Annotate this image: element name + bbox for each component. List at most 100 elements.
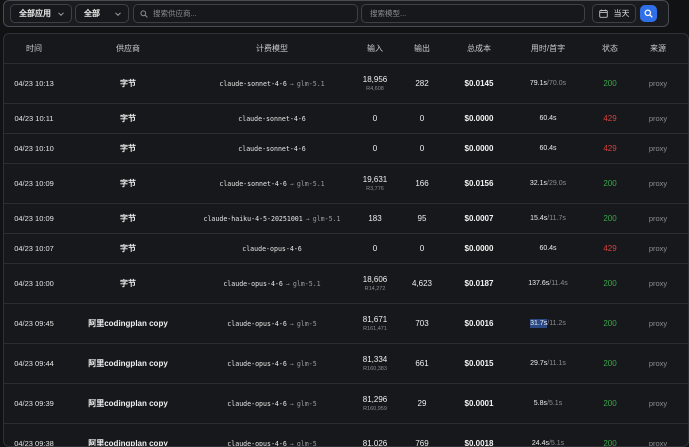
time-text: 04/23 10:11 — [14, 114, 54, 123]
total-cost: $0.0000 — [464, 114, 494, 123]
model-name: claude-opus-4-6 — [227, 319, 287, 328]
col-header-model[interactable]: 计费模型 — [192, 34, 352, 64]
table-row[interactable]: 04/23 10:10 字节 claude-sonnet-4-6 0 0 $0.0000 6… — [4, 134, 688, 164]
table-row[interactable]: 04/23 10:09 字节 claude-haiku-4-5-20251001 → g… — [4, 204, 688, 234]
vendor-search-input[interactable]: 搜索供应商... — [133, 4, 358, 23]
model-mapping: claude-opus-4-6 → glm-5.1 — [223, 280, 320, 288]
arrow-right-icon: → — [289, 359, 294, 368]
cache-read-tokens: R3,776 — [366, 186, 384, 192]
total-cost: $0.0145 — [464, 79, 494, 88]
model-name: claude-opus-4-6 — [227, 439, 287, 447]
time-text: 04/23 10:10 — [14, 144, 54, 153]
time-text: 04/23 09:38 — [14, 439, 54, 447]
table-row[interactable]: 04/23 10:00 字节 claude-opus-4-6 → glm-5.1 18,6… — [4, 264, 688, 304]
source-label: proxy — [648, 79, 668, 88]
col-header-output[interactable]: 输出 — [398, 34, 446, 64]
table-row[interactable]: 04/23 10:09 字节 claude-sonnet-4-6 → glm-5.1 19… — [4, 164, 688, 204]
output-tokens: 29 — [417, 399, 427, 408]
table-row[interactable]: 04/23 10:07 字节 claude-opus-4-6 0 0 $0.0000 60.… — [4, 234, 688, 264]
vendor-name: 字节 — [120, 279, 136, 288]
search-icon — [140, 9, 148, 18]
duration-total: 31.7s — [530, 319, 548, 328]
status-code: 429 — [603, 114, 617, 123]
col-header-source[interactable]: 来源 — [636, 34, 680, 64]
vendor-search-placeholder: 搜索供应商... — [153, 9, 197, 18]
col-header-cost[interactable]: 总成本 — [446, 34, 512, 64]
input-tokens: 0 — [372, 114, 378, 123]
vendor-cell: 字节 — [64, 134, 192, 163]
vendor-name: 字节 — [120, 144, 136, 153]
model-name: claude-sonnet-4-6 — [219, 79, 287, 88]
source-cell: proxy — [636, 204, 680, 233]
duration-total: 5.8s — [533, 400, 548, 407]
table-row[interactable]: 04/23 10:13 字节 claude-sonnet-4-6 → glm-5.1 18… — [4, 64, 688, 104]
total-cost: $0.0001 — [464, 399, 494, 408]
duration-cell: 60.4s — [512, 104, 584, 133]
cache-read-tokens: R160,959 — [363, 406, 387, 412]
first-token-time: 11.7s — [549, 215, 566, 222]
model-search-input[interactable]: 搜索模型... — [361, 4, 585, 23]
model-name: claude-opus-4-6 — [242, 244, 302, 253]
cache-read-tokens: R14,272 — [364, 286, 386, 292]
table-row[interactable]: 04/23 10:11 字节 claude-sonnet-4-6 0 0 $0.0000 6… — [4, 104, 688, 134]
first-token-time: 70.0s — [548, 80, 567, 87]
time-cell: 04/23 10:10 — [4, 134, 64, 163]
source-cell: proxy — [636, 164, 680, 203]
time-cell: 04/23 10:07 — [4, 234, 64, 263]
output-tokens-cell: 0 — [398, 104, 446, 133]
input-tokens-cell: 81,296 R160,959 — [352, 384, 398, 423]
table-row[interactable]: 04/23 09:44 阿里codingplan copy claude-opus-… — [4, 344, 688, 384]
table-row[interactable]: 04/23 09:38 阿里codingplan copy claude-opus-… — [4, 424, 688, 447]
output-tokens: 282 — [415, 79, 429, 88]
input-tokens-cell: 18,956 R4,608 — [352, 64, 398, 103]
model-mapping: claude-opus-4-6 → glm-5 — [227, 320, 316, 328]
table-row[interactable]: 04/23 09:39 阿里codingplan copy claude-opus-… — [4, 384, 688, 424]
search-button[interactable] — [640, 5, 657, 22]
duration-line: 137.6s/11.4s — [528, 280, 568, 287]
model-search-placeholder: 搜索模型... — [370, 9, 407, 18]
output-tokens-cell: 4,623 — [398, 264, 446, 303]
model-cell: claude-sonnet-4-6 — [192, 134, 352, 163]
mapped-model-name: glm-5 — [296, 399, 317, 408]
duration-total: 32.1s — [529, 180, 548, 187]
output-tokens: 0 — [419, 114, 425, 123]
model-name: claude-opus-4-6 — [227, 359, 287, 368]
duration-cell: 32.1s/29.0s — [512, 164, 584, 203]
col-header-vendor[interactable]: 供应商 — [64, 34, 192, 64]
col-header-input[interactable]: 输入 — [352, 34, 398, 64]
model-cell: claude-opus-4-6 → glm-5 — [192, 424, 352, 447]
cost-cell: $0.0016 — [446, 304, 512, 343]
status-code: 200 — [603, 439, 617, 447]
cost-cell: $0.0000 — [446, 104, 512, 133]
vendor-name: 阿里codingplan copy — [88, 399, 168, 408]
status-code: 200 — [603, 79, 617, 88]
col-header-time[interactable]: 时间 — [4, 34, 64, 64]
col-header-duration[interactable]: 用时/首字 — [512, 34, 584, 64]
col-header-status[interactable]: 状态 — [584, 34, 636, 64]
date-picker-button[interactable]: 当天 — [592, 4, 636, 23]
time-text: 04/23 09:45 — [14, 319, 54, 328]
input-tokens: 81,334 — [362, 355, 388, 364]
filter-toolbar: 全部应用 全部 搜索供应商... 搜索模型... 当天 — [3, 0, 669, 27]
status-cell: 200 — [584, 164, 636, 203]
app-select[interactable]: 全部应用 — [10, 4, 72, 23]
model-name: claude-sonnet-4-6 — [238, 144, 306, 153]
time-cell: 04/23 09:44 — [4, 344, 64, 383]
input-tokens: 183 — [368, 214, 382, 223]
type-select[interactable]: 全部 — [75, 4, 129, 23]
vendor-name: 字节 — [120, 244, 136, 253]
vendor-name: 字节 — [120, 114, 136, 123]
model-cell: claude-sonnet-4-6 — [192, 104, 352, 133]
table-row[interactable]: 04/23 09:45 阿里codingplan copy claude-opus-… — [4, 304, 688, 344]
total-cost: $0.0016 — [464, 319, 494, 328]
output-tokens: 703 — [415, 319, 429, 328]
vendor-cell: 阿里codingplan copy — [64, 384, 192, 423]
status-code: 200 — [603, 214, 617, 223]
source-cell: proxy — [636, 64, 680, 103]
arrow-right-icon: → — [289, 399, 294, 408]
time-text: 04/23 10:13 — [14, 79, 54, 88]
model-mapping: claude-sonnet-4-6 — [238, 145, 306, 153]
status-cell: 200 — [584, 424, 636, 447]
cost-cell: $0.0001 — [446, 384, 512, 423]
source-cell: proxy — [636, 134, 680, 163]
